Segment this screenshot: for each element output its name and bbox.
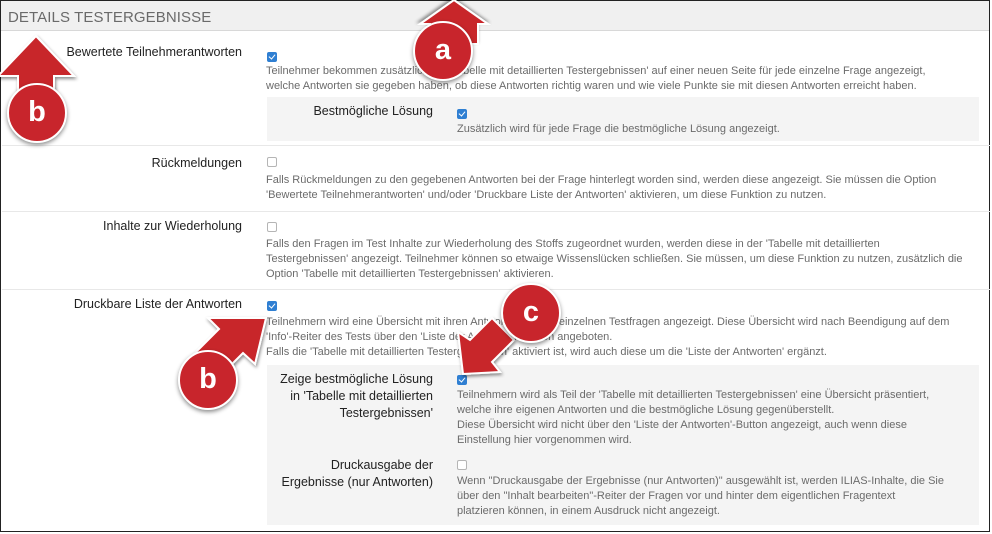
marker-b-middle: b (178, 350, 238, 410)
annotation-arrows (0, 0, 516, 380)
marker-a: a (413, 21, 473, 81)
marker-c: c (501, 283, 561, 343)
marker-b-top: b (7, 83, 67, 143)
